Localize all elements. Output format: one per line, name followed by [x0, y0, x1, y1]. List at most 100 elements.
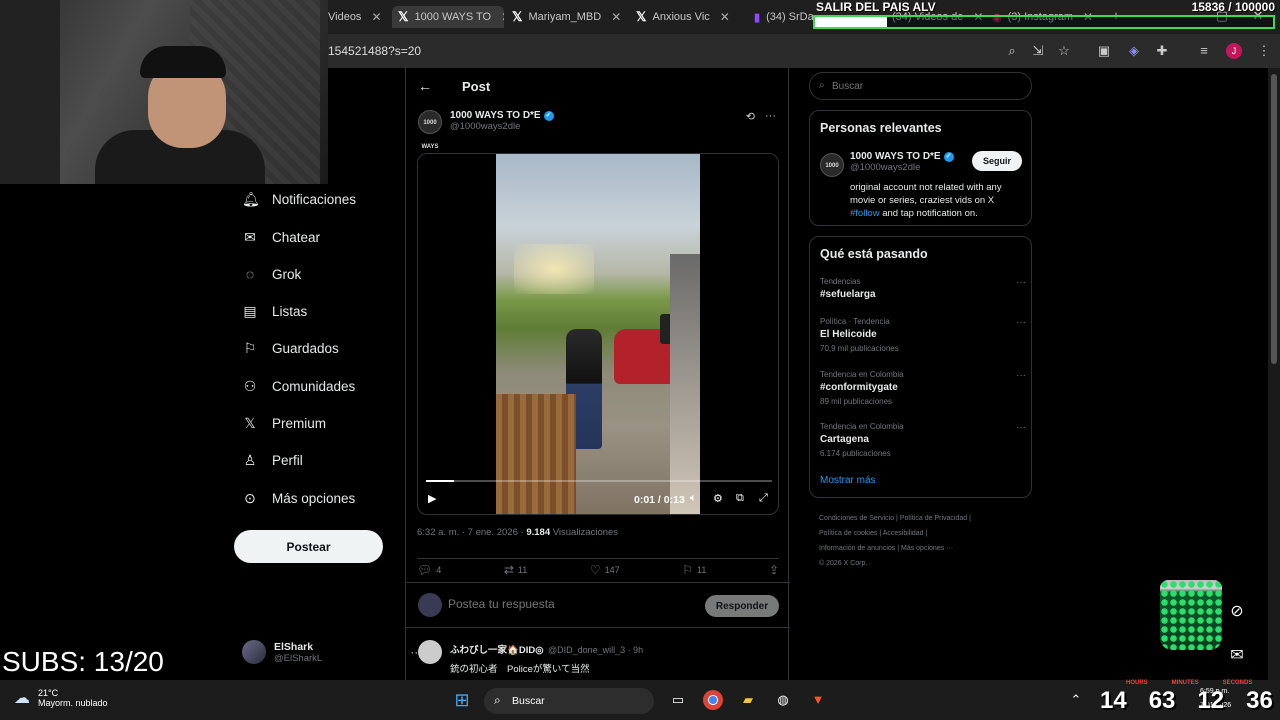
- nav-guardados[interactable]: ⚐ Guardados: [242, 333, 339, 363]
- trend-name: #conformitygate: [820, 382, 898, 393]
- taskbar-search[interactable]: ⌕ Buscar: [484, 688, 654, 714]
- close-icon[interactable]: ✕: [720, 10, 730, 24]
- trend-item[interactable]: Política · Tendencia El Helicoide 70,9 m…: [820, 317, 1026, 353]
- fullscreen-icon[interactable]: ⤢: [759, 492, 768, 505]
- mail-icon[interactable]: ✉: [1222, 641, 1252, 671]
- post-button[interactable]: Postear: [234, 530, 383, 563]
- app-icon[interactable]: ◍: [773, 690, 793, 710]
- verified-badge-icon: ✓: [543, 110, 554, 121]
- close-icon[interactable]: ✕: [371, 10, 381, 24]
- task-view-icon[interactable]: ▭: [668, 690, 688, 710]
- video-player[interactable]: ▶ 0:01 / 0:13 🔈︎ ⚙ ⧉ ⤢: [417, 153, 779, 515]
- reply-button[interactable]: Responder: [705, 595, 779, 617]
- url-field[interactable]: 154521488?s=20: [328, 44, 421, 58]
- search-input[interactable]: [832, 81, 1022, 92]
- nav-chatear[interactable]: ✉ Chatear: [242, 222, 320, 252]
- extension-icon[interactable]: ◈: [1126, 43, 1142, 59]
- account-switcher[interactable]: ElShark @ElSharkL ···: [242, 640, 422, 664]
- close-icon[interactable]: ✕: [501, 10, 504, 24]
- trend-count: 6.174 publicaciones: [820, 449, 891, 458]
- share-stat[interactable]: ⇪: [769, 563, 779, 577]
- media-icon[interactable]: ≡: [1196, 43, 1212, 59]
- windows-start-icon[interactable]: ⊞: [452, 690, 472, 710]
- footer-link[interactable]: Política de cookies: [819, 530, 877, 537]
- reply-tweet[interactable]: ふわびし一家🏠DID◎ @DID_done_will_3 · 9h 銃の初心者 …: [418, 640, 643, 675]
- video-progress-bar[interactable]: [426, 480, 772, 482]
- grok-icon[interactable]: ⊘: [1222, 597, 1252, 627]
- chrome-icon[interactable]: [703, 690, 723, 710]
- nav-comunidades[interactable]: ⚇ Comunidades: [242, 371, 356, 401]
- bookmark-stat[interactable]: ⚐ 11: [682, 563, 706, 577]
- puzzle-icon[interactable]: ✚: [1154, 43, 1170, 59]
- settings-icon[interactable]: ⚙: [713, 492, 723, 505]
- footer-link[interactable]: Política de Privacidad: [900, 515, 967, 522]
- nav-premium[interactable]: 𝕏 Premium: [242, 408, 326, 438]
- trend-count: 89 mil publicaciones: [820, 397, 893, 406]
- nav-grok[interactable]: ◌ Grok: [242, 259, 301, 289]
- more-icon[interactable]: ···: [1016, 422, 1026, 433]
- video-time: 0:01 / 0:13: [634, 494, 685, 506]
- show-more-link[interactable]: Mostrar más: [820, 475, 876, 486]
- relevant-user[interactable]: 1000 WAYS TO D*E ✓ @1000ways2dle: [850, 151, 954, 173]
- more-icon[interactable]: ···: [1016, 370, 1026, 381]
- brave-icon[interactable]: ▼: [808, 690, 828, 710]
- bio-hashtag-link[interactable]: #follow: [850, 208, 880, 219]
- tab-mariyam[interactable]: 𝕏 Mariyam_MBD ✕: [512, 6, 630, 28]
- back-arrow-icon[interactable]: ←: [418, 78, 432, 94]
- install-icon[interactable]: ⇲: [1030, 43, 1046, 59]
- footer-link[interactable]: Condiciones de Servicio: [819, 515, 894, 522]
- nav-notificaciones[interactable]: 🔔︎ Notificaciones: [242, 184, 356, 214]
- nav-perfil[interactable]: ♙ Perfil: [242, 445, 303, 475]
- tab-twitch[interactable]: ▮ (34) SrDa: [754, 6, 814, 28]
- goal-progress-fill: [815, 17, 888, 27]
- tab-1000-ways[interactable]: 𝕏 1000 WAYS TO ✕: [392, 6, 504, 28]
- like-stat[interactable]: ♡ 147: [590, 563, 620, 577]
- more-icon[interactable]: ···: [765, 110, 776, 123]
- follow-button[interactable]: Seguir: [972, 151, 1022, 171]
- file-explorer-icon[interactable]: ▰: [738, 690, 758, 710]
- tweet-author[interactable]: 1000 WAYS 1000 WAYS TO D*E ✓ @1000ways2dl…: [418, 110, 554, 150]
- profile-avatar[interactable]: J: [1226, 43, 1242, 59]
- timer-extra: 36: [1246, 687, 1273, 714]
- author-handle: @1000ways2dle: [450, 121, 521, 132]
- webcam-overlay: [0, 0, 328, 184]
- volume-icon[interactable]: 🔈︎: [690, 492, 697, 505]
- tray-chevron-icon[interactable]: ⌃: [1066, 690, 1086, 710]
- footer-link[interactable]: Más opciones ···: [901, 545, 953, 552]
- scrollbar-thumb[interactable]: [1271, 74, 1277, 364]
- trend-item[interactable]: Tendencia en Colombia Cartagena 6.174 pu…: [820, 422, 1026, 458]
- relevant-avatar[interactable]: 1000: [820, 153, 844, 177]
- weather-widget[interactable]: ☁ 21°C Mayorm. nublado: [14, 688, 108, 708]
- menu-icon[interactable]: ⋮: [1256, 43, 1272, 59]
- repost-stat[interactable]: ⇄ 11: [504, 563, 527, 577]
- search-box[interactable]: ⌕: [809, 72, 1032, 100]
- tab-videos[interactable]: Videos ✕: [328, 6, 382, 28]
- star-icon[interactable]: ☆: [1056, 43, 1072, 59]
- play-icon[interactable]: ▶: [428, 492, 436, 505]
- footer-link[interactable]: Accesibilidad: [883, 530, 924, 537]
- nav-listas[interactable]: ▤ Listas: [242, 296, 307, 326]
- extension-icon[interactable]: ▣: [1096, 43, 1112, 59]
- reply-input[interactable]: [448, 597, 648, 611]
- sky-glow: [514, 244, 594, 294]
- trend-item[interactable]: Tendencia en Colombia #conformitygate 89…: [820, 370, 1026, 406]
- more-icon[interactable]: ···: [1016, 277, 1026, 288]
- tab-anxious[interactable]: 𝕏 Anxious Vic ✕: [636, 6, 748, 28]
- nav-mas-opciones[interactable]: ⊙ Más opciones: [242, 483, 355, 513]
- pip-icon[interactable]: ⧉: [736, 492, 744, 505]
- close-icon[interactable]: ✕: [611, 10, 621, 24]
- search-icon: ⌕: [494, 693, 501, 707]
- reply-stat[interactable]: 💬︎ 4: [417, 563, 441, 577]
- tab-label: 1000 WAYS TO: [414, 11, 492, 23]
- tweet-time: 6:32 a. m. · 7 ene. 2026 ·: [417, 527, 527, 538]
- video-frame[interactable]: [496, 154, 700, 514]
- footer-link[interactable]: Información de anuncios: [819, 545, 895, 552]
- more-icon[interactable]: ···: [1016, 317, 1026, 328]
- scrollbar[interactable]: [1268, 68, 1280, 680]
- trend-meta: Política · Tendencia: [820, 317, 890, 326]
- zoom-icon[interactable]: ⌕: [1004, 43, 1020, 59]
- trend-item[interactable]: Tendencias #sefuelarga ···: [820, 277, 1026, 300]
- wooden-deck: [496, 394, 576, 514]
- grok-icon[interactable]: ⟲: [746, 110, 755, 123]
- panel-title: Qué está pasando: [820, 247, 928, 261]
